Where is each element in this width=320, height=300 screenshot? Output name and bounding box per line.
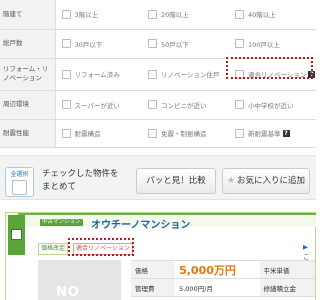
card-header-bar [18, 213, 316, 215]
filter-option[interactable]: 3階以上 [55, 0, 142, 30]
property-details-table: 価格 5,000万円 平米単価 管理費 5,000円/月 修繕積立金 [131, 260, 315, 297]
checkbox[interactable] [61, 9, 71, 19]
add-favorite-button[interactable]: ★ お気に入りに追加 [222, 168, 310, 194]
filter-option[interactable]: コンビニが近い [142, 90, 229, 120]
checkbox[interactable] [148, 100, 157, 109]
property-select-tab[interactable] [8, 215, 25, 255]
property-price: 5,000万円 [179, 263, 236, 277]
property-tag: 価格改定 [38, 243, 69, 255]
property-type-badge: 中古マンション [40, 219, 83, 226]
property-photo[interactable]: NO IMAGE [38, 260, 121, 300]
bulk-action-bar: 全選択 チェックした物件を まとめて パッと見！比較 ★ お気に入りに追加 [0, 155, 316, 200]
filter-label: 階建て [0, 0, 56, 30]
filter-option[interactable]: 30戸以下 [55, 29, 142, 59]
property-checkbox[interactable] [11, 229, 22, 240]
filter-row-seismic: 耐震性能 耐震構造 免震・制振構造 新耐震基準? [0, 119, 316, 148]
filter-label: 総戸数 [0, 29, 56, 59]
filter-option[interactable]: 新耐震基準? [229, 119, 316, 148]
help-icon[interactable]: ? [282, 129, 290, 137]
filter-option[interactable]: 50戸以下 [142, 29, 229, 59]
filter-label: 周辺環境 [0, 90, 56, 120]
filter-option[interactable]: 100戸以上 [229, 29, 316, 59]
checkbox[interactable] [61, 39, 71, 48]
highlight-box [226, 57, 313, 79]
filter-label: 耐震性能 [0, 119, 56, 148]
checkbox[interactable] [235, 128, 244, 138]
filter-option[interactable]: 40階以上 [229, 0, 316, 30]
checkbox[interactable] [235, 39, 244, 48]
select-all-checkbox[interactable] [12, 180, 27, 195]
checkbox[interactable] [235, 9, 244, 19]
checkbox[interactable] [148, 69, 157, 79]
filter-row-floors: 階建て 3階以上 20階以上 40階以上 [0, 0, 316, 30]
detail-link[interactable]: ▶ こ [303, 243, 315, 261]
select-all-label: 全選択 [10, 171, 29, 178]
filter-option[interactable]: リノベーション住戸 [142, 58, 229, 91]
quick-compare-button[interactable]: パッと見！比較 [136, 168, 216, 194]
property-name-link[interactable]: オウチーノマンション [91, 216, 190, 231]
checkbox[interactable] [148, 128, 157, 138]
filter-row-units: 総戸数 30戸以下 50戸以下 100戸以上 [0, 29, 316, 59]
filter-option[interactable]: 小中学校が近い [229, 90, 316, 120]
filter-option[interactable]: スーパーが近い [55, 90, 142, 120]
checkbox[interactable] [61, 69, 71, 79]
bulk-action-text: チェックした物件を まとめて [42, 169, 119, 192]
filter-option[interactable]: 20階以上 [142, 0, 229, 30]
filter-label: リフォーム・リノベーション [0, 58, 56, 91]
no-image-placeholder: NO IMAGE [56, 285, 80, 300]
select-all-button[interactable]: 全選択 [5, 167, 34, 197]
checkbox[interactable] [148, 9, 157, 19]
filter-option[interactable]: 耐震構造 [55, 119, 142, 148]
filter-option[interactable]: リフォーム済み [55, 58, 142, 91]
detail-row: 管理費 5,000円/月 修繕積立金 [131, 278, 315, 297]
checkbox[interactable] [235, 100, 244, 109]
filter-option[interactable]: 免震・制振構造 [142, 119, 229, 148]
checkbox[interactable] [61, 128, 71, 138]
checkbox[interactable] [61, 100, 71, 109]
highlight-box [68, 238, 134, 256]
property-card: 中古マンション オウチーノマンション 価格改定 適合リノベーション ▶ こ NO… [5, 212, 316, 300]
filter-row-environment: 周辺環境 スーパーが近い コンビニが近い 小中学校が近い [0, 90, 316, 120]
detail-row: 価格 5,000万円 平米単価 [131, 260, 315, 279]
checkbox[interactable] [148, 39, 157, 48]
star-icon: ★ [226, 176, 236, 186]
